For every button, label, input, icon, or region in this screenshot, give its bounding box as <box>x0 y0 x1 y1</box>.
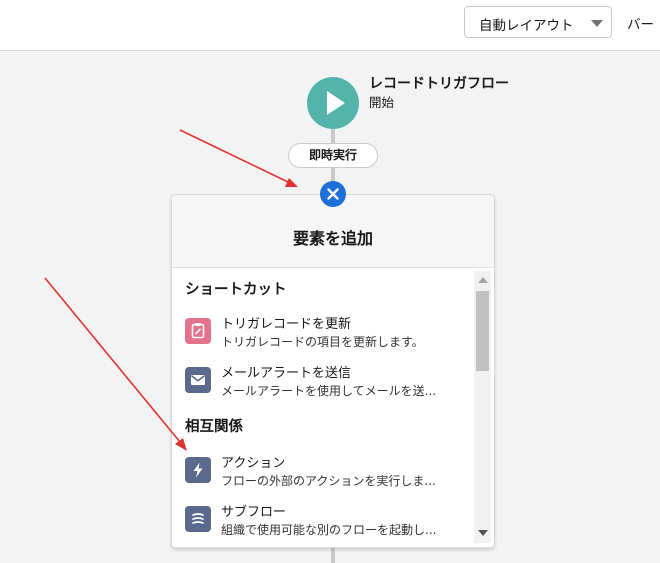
add-element-panel: 要素を追加 ショートカット トリガレコードを更新 トリガレコードの項目を更新しま… <box>171 194 495 548</box>
start-node-title: レコードトリガフロー <box>369 76 509 92</box>
layout-select[interactable]: 自動レイアウト <box>464 6 612 38</box>
list-item-description: 組織で使用可能な別のフローを起動し... <box>221 523 437 537</box>
toolbar: 自動レイアウト バー <box>0 0 660 51</box>
list-item-description: フローの外部のアクションを実行しま... <box>221 474 436 488</box>
section-title-shortcuts: ショートカット <box>185 282 287 298</box>
list-item-subflow[interactable]: サブフロー 組織で使用可能な別のフローを起動し... <box>185 501 470 541</box>
list-item-label: メールアラートを送信 <box>221 366 352 381</box>
flow-connector-bottom <box>331 548 335 563</box>
list-item-description: メールアラートを使用してメールを送... <box>221 384 437 398</box>
run-immediately-badge[interactable]: 即時実行 <box>288 143 378 168</box>
lightning-icon <box>185 457 211 483</box>
scrollbar-thumb[interactable] <box>476 291 489 371</box>
play-icon <box>327 91 345 115</box>
list-item-label: サブフロー <box>221 505 287 520</box>
layout-select-value: 自動レイアウト <box>479 18 574 34</box>
section-title-interaction: 相互関係 <box>185 419 243 435</box>
toolbar-more-label[interactable]: バー <box>627 13 654 33</box>
scroll-down-arrow-icon[interactable] <box>478 530 488 536</box>
close-icon <box>327 188 339 200</box>
start-node-subtitle: 開始 <box>369 95 395 110</box>
annotation-arrow-to-action-item <box>44 277 187 451</box>
flow-connector-top <box>331 129 335 143</box>
subflow-icon <box>185 506 211 532</box>
flow-connector-middle <box>331 168 335 182</box>
list-item-update-triggering-record[interactable]: トリガレコードを更新 トリガレコードの項目を更新します。 <box>185 313 470 353</box>
start-node[interactable] <box>307 77 359 129</box>
list-item-send-email-alert[interactable]: メールアラートを送信 メールアラートを使用してメールを送... <box>185 362 470 402</box>
list-item-label: トリガレコードを更新 <box>221 317 352 332</box>
list-item-label: アクション <box>221 456 286 471</box>
list-item-description: トリガレコードの項目を更新します。 <box>221 335 424 349</box>
list-item-action[interactable]: アクション フローの外部のアクションを実行しま... <box>185 452 470 492</box>
scroll-up-arrow-icon[interactable] <box>478 277 488 283</box>
annotation-arrow-to-add-button <box>179 129 298 187</box>
panel-title: 要素を追加 <box>292 229 373 248</box>
envelope-icon <box>185 367 211 393</box>
panel-scrollbar[interactable] <box>474 271 491 543</box>
clipboard-icon <box>185 318 211 344</box>
chevron-down-icon <box>591 20 603 27</box>
close-add-element-button[interactable] <box>320 181 346 207</box>
